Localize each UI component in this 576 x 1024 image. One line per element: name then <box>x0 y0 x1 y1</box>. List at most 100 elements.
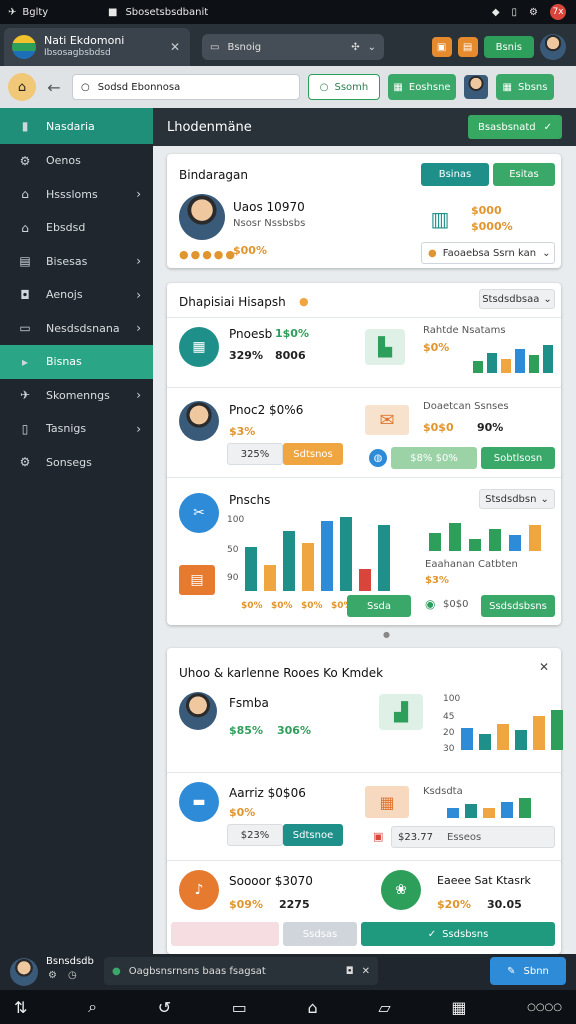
card-title: Uhoo & karlenne Rooes Ko Kmdek <box>179 666 384 680</box>
profile-name: Uaos 10970 <box>233 200 305 214</box>
guitar-icon: ♪ <box>179 870 219 910</box>
tab-search[interactable]: ▭ Bsnoig ✣ ⌄ <box>202 34 384 60</box>
search-icon[interactable]: ⌕ <box>88 997 97 1017</box>
active-tab[interactable]: Nati Ekdomoni Ibsosagbsbdsd ✕ <box>4 28 190 66</box>
button-label: Sbnn <box>523 965 549 977</box>
row3-grey-button[interactable]: Ssdsas <box>283 922 357 946</box>
home-icon[interactable]: ⌂ <box>308 998 318 1017</box>
cash-icon: ▣ <box>373 830 384 843</box>
profile-avatar[interactable] <box>540 34 566 60</box>
back-icon[interactable]: ↺ <box>158 998 171 1017</box>
notification-badge[interactable]: 7x <box>550 4 566 20</box>
footer-bar: Bsnsdsdb ⚙ ◷ ● Oagbsnsrnsns baas fsagsat… <box>0 954 576 990</box>
bar <box>501 802 513 818</box>
extension-icon[interactable]: ▣ <box>431 37 452 57</box>
footer-avatar[interactable] <box>10 958 38 986</box>
user-avatar[interactable] <box>464 75 488 99</box>
card1-primary-button[interactable]: Bsinas <box>421 163 489 186</box>
sidebar-item-label: Sonsegs <box>46 455 92 469</box>
message-field[interactable]: ● Oagbsnsrnsns baas fsagsat ◘ ✕ <box>104 957 378 985</box>
sidebar-item-3[interactable]: ⌂ Ebsdsd <box>0 211 153 245</box>
amount-field[interactable]: $23.77 Esseos <box>391 826 555 848</box>
sidebar-item-5[interactable]: ◘ Aenojs › <box>0 278 153 312</box>
sidebar-item-4[interactable]: ▤ Bisesas › <box>0 245 153 279</box>
keyboard-icon[interactable]: ▦ <box>451 998 466 1017</box>
sidebar-item-label: Oenos <box>46 154 81 168</box>
row3-right-button[interactable]: Ssdsdsbsns <box>481 595 555 617</box>
edit-icon: ✎ <box>507 965 516 977</box>
gear-icon: ⚙ <box>19 455 31 470</box>
chat-icon[interactable]: ▱ <box>378 998 390 1017</box>
sidebar-item-2[interactable]: ⌂ Hsssloms › <box>0 178 153 212</box>
mini-bar <box>529 355 539 373</box>
lock-icon[interactable]: ◘ <box>346 966 354 977</box>
bar <box>551 710 563 750</box>
main-action-button[interactable]: Bsasbsnatd ✓ <box>468 115 562 139</box>
gear-icon[interactable]: ⚙ <box>529 7 538 18</box>
bar <box>283 531 295 591</box>
recents-icon[interactable]: ▭ <box>232 998 247 1017</box>
chevron-down-icon: ⌄ <box>542 247 551 259</box>
button-label: Ssdsbsns <box>442 928 489 940</box>
window-icon: ▭ <box>210 41 220 53</box>
row3-primary-button[interactable]: ✓ Ssdsbsns <box>361 922 555 946</box>
puzzle-icon[interactable]: ✣ <box>351 42 359 53</box>
card2-filter[interactable]: Stsdsdbsaa ⌄ <box>479 289 555 309</box>
address-input[interactable]: ○ Sodsd Ebonnosa <box>72 74 300 100</box>
lock-icon: ■ <box>108 6 118 18</box>
close-icon[interactable]: ✕ <box>170 40 180 54</box>
bar <box>529 525 541 551</box>
card1-secondary-button[interactable]: Esitas <box>493 163 555 186</box>
row2-pill[interactable]: $8% $0% <box>391 447 477 469</box>
time-icon[interactable]: ◷ <box>68 970 77 981</box>
split-icon[interactable]: ⇅ <box>14 998 27 1017</box>
card1-select[interactable]: ● Faoaebsa Ssrn kan ⌄ <box>421 242 555 264</box>
content-area: Bindaragan Bsinas Esitas Uaos 10970 Nsos… <box>153 146 576 954</box>
profile-subtitle: Nsosr Nssbsbs <box>233 218 306 229</box>
row2-button[interactable]: Sdtsnoe <box>283 824 343 846</box>
close-icon[interactable]: ✕ <box>362 966 370 977</box>
bar <box>469 539 481 551</box>
row2-button[interactable]: Sdtsnos <box>283 443 343 465</box>
row1-value-2: 306% <box>277 724 311 737</box>
sidebar-item-1[interactable]: ⚙ Oenos <box>0 144 153 178</box>
person-avatar <box>179 194 225 240</box>
pill-label: $8% $0% <box>410 452 458 464</box>
address-action-label-1: Eoshsne <box>408 81 451 93</box>
bookmark-icon: ▮ <box>21 119 29 133</box>
sidebar-item-label: Aenojs <box>46 288 83 302</box>
chevron-down-icon[interactable]: ⌄ <box>368 42 376 53</box>
card-title: Dhapisiai Hisapsh <box>179 295 286 309</box>
tray-icons[interactable]: ○○○○ <box>527 1002 562 1013</box>
sidebar-item-8[interactable]: ✈ Skomenngs › <box>0 379 153 413</box>
back-arrow-icon[interactable]: ← <box>44 78 64 97</box>
y-tick: 100 <box>227 515 245 525</box>
row3-filter[interactable]: Stsdsdbsn ⌄ <box>479 489 555 509</box>
sidebar-item-9[interactable]: ▯ Tasnigs › <box>0 412 153 446</box>
sidebar-item-7[interactable]: ▸ Bisnas <box>0 345 153 379</box>
home-icon[interactable]: ⌂ <box>8 73 36 101</box>
button-label: Ssda <box>366 600 392 612</box>
row3-empty-button[interactable] <box>171 922 279 946</box>
address-action-button-1[interactable]: ▦ Eoshsne <box>388 74 456 100</box>
header-apply-button[interactable]: Bsnis <box>483 36 534 58</box>
person-avatar <box>179 401 219 441</box>
chevron-down-icon: ⌄ <box>543 293 552 305</box>
list-icon: ▦ <box>393 81 403 93</box>
footer-action-button[interactable]: ✎ Sbnn <box>490 957 566 985</box>
settings-icon[interactable]: ⚙ <box>48 970 57 981</box>
sidebar-item-label: Hsssloms <box>46 187 98 201</box>
row3-right-percent: $3% <box>425 575 449 586</box>
row3-button[interactable]: Ssda <box>347 595 411 617</box>
close-icon[interactable]: ✕ <box>539 660 549 674</box>
sidebar-item-10[interactable]: ⚙ Sonsegs <box>0 446 153 480</box>
button-label: Bsinas <box>438 169 472 180</box>
address-action-button-2[interactable]: ▦ Sbsns <box>496 74 554 100</box>
row2-right-button[interactable]: Sobtlsosn <box>481 447 555 469</box>
pager-dot[interactable]: ● <box>383 630 390 639</box>
bookmark-icon[interactable]: ▤ <box>457 37 478 57</box>
sidebar-item-6[interactable]: ▭ Nesdsdsnana › <box>0 312 153 346</box>
search-button[interactable]: ○ Ssomh <box>308 74 380 100</box>
bar <box>429 533 441 551</box>
sidebar-item-0[interactable]: ▮ Nasdaria <box>0 108 153 144</box>
